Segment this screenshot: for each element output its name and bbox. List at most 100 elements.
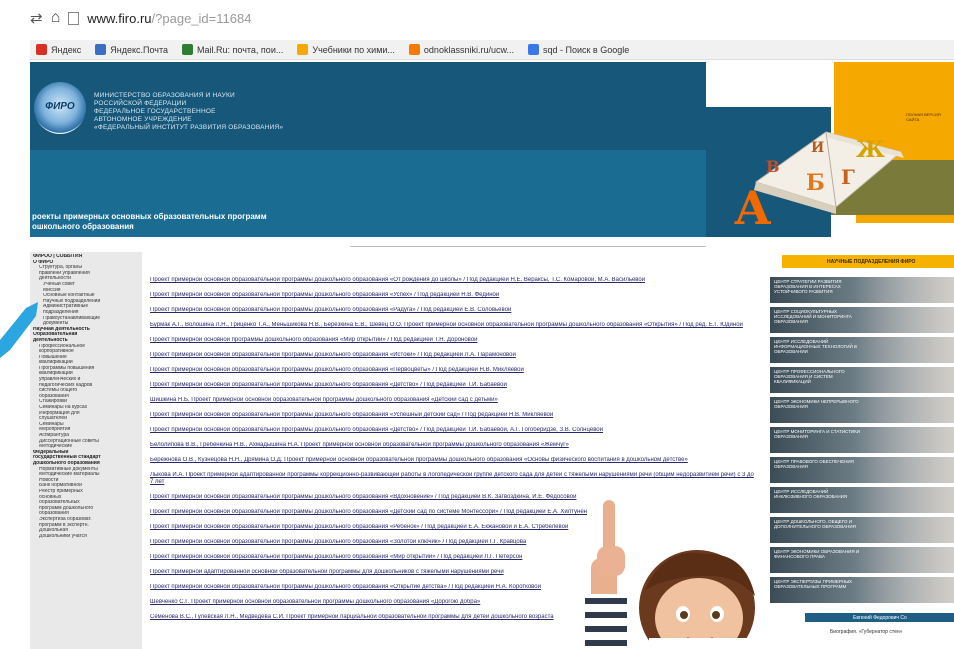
- program-link[interactable]: Бурмак А.Г., Волошина Л.Н., Гриценко Т.А…: [150, 322, 756, 329]
- research-center-photo: [854, 307, 954, 333]
- research-center-label: ЦЕНТР ЭКСПЕРТИЗЫ ПРИМЕРНЫХ ОБРАЗОВАТЕЛЬН…: [774, 579, 853, 589]
- link-spacer: [150, 419, 756, 427]
- research-center-label: ЦЕНТР ЭКОНОМИКИ ОБРАЗОВАНИЯ И ФИНАНСОВОГ…: [774, 549, 860, 559]
- address-bar: ⇄ ⌂ www.firo.ru/?page_id=11684: [0, 0, 954, 36]
- link-spacer: [150, 389, 756, 397]
- url-path: /?page_id=11684: [151, 10, 252, 26]
- bookmark-favicon-icon: [182, 44, 194, 55]
- program-link[interactable]: Шишкина Н.Б. Проект примерной основной о…: [150, 397, 756, 404]
- research-center-photo: [854, 277, 954, 303]
- research-center-photo: [854, 457, 954, 483]
- bookmark-item[interactable]: odnoklassniki.ru/ucw...: [408, 44, 514, 55]
- research-center-label: ЦЕНТР ИССЛЕДОВАНИЙ ИНФОРМАЦИОННЫХ ТЕХНОЛ…: [774, 339, 857, 354]
- url-domain: www.firo.ru: [87, 10, 152, 26]
- program-link[interactable]: Проект примерной основной программы дошк…: [150, 337, 756, 344]
- research-center-item[interactable]: ЦЕНТР ПРАВОВОГО ОБЕСПЕЧЕНИЯ ОБРАЗОВАНИЯ: [770, 457, 954, 483]
- ministry-title: МИНИСТЕРСТВО ОБРАЗОВАНИЯ И НАУКИ РОССИЙСК…: [94, 92, 394, 132]
- research-center-item[interactable]: ЦЕНТР ЭКОНОМИКИ ОБРАЗОВАНИЯ И ФИНАНСОВОГ…: [770, 547, 954, 573]
- research-center-label: ЦЕНТР ИССЛЕДОВАНИЙ ИНКЛЮЗИВНОГО ОБРАЗОВА…: [774, 489, 848, 499]
- pointing-boy-image: [585, 500, 755, 649]
- program-link[interactable]: Бережнова О.В., Кузнецова Н.Н., Дрямина …: [150, 457, 756, 464]
- bookmark-favicon-icon: [297, 44, 309, 55]
- research-center-photo: [854, 367, 954, 393]
- research-center-photo: [854, 517, 954, 543]
- book-letter-a: А: [734, 181, 772, 232]
- bookmark-favicon-icon: [95, 44, 107, 55]
- left-menu-item[interactable]: Дошкольники учатся: [33, 534, 139, 540]
- research-center-label: ЦЕНТР ПРАВОВОГО ОБЕСПЕЧЕНИЯ ОБРАЗОВАНИЯ: [774, 459, 854, 469]
- link-spacer: [150, 314, 756, 322]
- program-link[interactable]: Лыкова И.А. Проект примерной адаптирован…: [150, 472, 756, 486]
- book-letter-i: И: [811, 140, 824, 156]
- right-sidebar: НАУЧНЫЕ ПОДРАЗДЕЛЕНИЯ ФИРО ЦЕНТР СТРАТЕГ…: [770, 255, 954, 649]
- firo-logo[interactable]: ФИРО: [34, 82, 86, 134]
- research-center-item[interactable]: ЦЕНТР ДОШКОЛЬНОГО, ОБЩЕГО И ДОПОЛНИТЕЛЬН…: [770, 517, 954, 543]
- url-field[interactable]: www.firo.ru/?page_id=11684: [87, 11, 251, 26]
- bookmark-label: Яндекс: [51, 44, 82, 55]
- program-link[interactable]: Проект примерной основной образовательно…: [150, 427, 756, 434]
- link-spacer: [150, 449, 756, 457]
- book-letter-zh: Ж: [856, 137, 885, 163]
- home-icon[interactable]: ⌂: [51, 9, 61, 27]
- book-letter-b: Б: [806, 170, 825, 196]
- research-center-item[interactable]: ЦЕНТР ИССЛЕДОВАНИЙ ИНКЛЮЗИВНОГО ОБРАЗОВА…: [770, 487, 954, 513]
- ministry-line: АВТОНОМНОЕ УЧРЕЖДЕНИЕ: [94, 116, 192, 123]
- program-link[interactable]: Белолипова В.В., Гребенкина Н.В., Ахмады…: [150, 442, 756, 449]
- program-link[interactable]: Проект примерной основной образовательно…: [150, 292, 756, 299]
- research-center-label: ЦЕНТР СОЦИОКУЛЬТУРНЫХ ИССЛЕДОВАНИЙ И МОН…: [774, 309, 852, 324]
- full-version-link[interactable]: ПОЛНАЯ ВЕРСИЯ САЙТА: [906, 112, 954, 122]
- research-center-photo: [854, 547, 954, 573]
- bookmark-item[interactable]: Яндекс: [36, 44, 81, 55]
- sidebar-header: НАУЧНЫЕ ПОДРАЗДЕЛЕНИЯ ФИРО: [782, 255, 954, 268]
- book-letter-v: В: [766, 157, 780, 176]
- sidebar-person-bar[interactable]: Евгений Федорович Со: [805, 613, 954, 622]
- link-spacer: [150, 284, 756, 292]
- program-link[interactable]: Проект примерной основной образовательно…: [150, 277, 756, 284]
- research-center-label: ЦЕНТР ПРОФЕССИОНАЛЬНОГО ОБРАЗОВАНИЯ И СИ…: [774, 369, 845, 384]
- research-center-item[interactable]: ЦЕНТР МОНИТОРИНГА И СТАТИСТИКИ ОБРАЗОВАН…: [770, 427, 954, 453]
- program-link[interactable]: Проект примерной основной образовательно…: [150, 367, 756, 374]
- bookmark-item[interactable]: sqd - Поиск в Google: [527, 44, 630, 55]
- page-icon: [68, 11, 80, 25]
- research-center-photo: [854, 577, 954, 603]
- header-illustration: ПОЛНАЯ ВЕРСИЯ САЙТА А Б В Г Ж И: [706, 62, 954, 237]
- ministry-line: РОССИЙСКОЙ ФЕДЕРАЦИИ: [94, 100, 187, 107]
- link-spacer: [150, 486, 756, 494]
- bookmarks-bar: Яндекс Яндекс.Почта Mail.Ru: почта, пои...…: [30, 40, 954, 60]
- link-spacer: [150, 344, 756, 352]
- link-spacer: [150, 359, 756, 367]
- program-link[interactable]: Проект примерной основной образовательно…: [150, 382, 756, 389]
- research-center-item[interactable]: ЦЕНТР ПРОФЕССИОНАЛЬНОГО ОБРАЗОВАНИЯ И СИ…: [770, 367, 954, 393]
- ministry-line: «ФЕДЕРАЛЬНЫЙ ИНСТИТУТ РАЗВИТИЯ ОБРАЗОВАН…: [94, 124, 284, 131]
- link-spacer: [150, 374, 756, 382]
- bookmark-favicon-icon: [36, 44, 47, 55]
- bookmark-item[interactable]: Учебники по хими...: [297, 44, 395, 55]
- ministry-line: ФЕДЕРАЛЬНОЕ ГОСУДАРСТВЕННОЕ: [94, 108, 216, 115]
- program-link[interactable]: Проект примерной основной образовательно…: [150, 307, 756, 314]
- research-center-photo: [854, 487, 954, 513]
- link-spacer: [150, 329, 756, 337]
- bookmark-item[interactable]: Mail.Ru: почта, пои...: [182, 44, 283, 55]
- link-spacer: [150, 464, 756, 472]
- site-header: ФИРО МИНИСТЕРСТВО ОБРАЗОВАНИЯ И НАУКИ РОС…: [30, 62, 706, 237]
- page-title: роекты примерных основных образовательны…: [30, 212, 706, 232]
- research-center-item[interactable]: ЦЕНТР СТРАТЕГИИ РАЗВИТИЯ ОБРАЗОВАНИЯ В И…: [770, 277, 954, 303]
- research-center-item[interactable]: ЦЕНТР ИССЛЕДОВАНИЙ ИНФОРМАЦИОННЫХ ТЕХНОЛ…: [770, 337, 954, 363]
- program-link[interactable]: Проект примерной основной образовательно…: [150, 412, 756, 419]
- left-nav-menu: ФИРОО | СОБЫТИЯ О ФИРО Структура, органы пр…: [30, 252, 142, 649]
- research-center-label: ЦЕНТР СТРАТЕГИИ РАЗВИТИЯ ОБРАЗОВАНИЯ В И…: [774, 279, 842, 294]
- ministry-line: МИНИСТЕРСТВО ОБРАЗОВАНИЯ И НАУКИ: [94, 92, 235, 99]
- research-center-label: ЦЕНТР МОНИТОРИНГА И СТАТИСТИКИ ОБРАЗОВАН…: [774, 429, 860, 439]
- bookmark-label: sqd - Поиск в Google: [542, 44, 630, 55]
- program-link[interactable]: Проект примерной основной образовательно…: [150, 352, 756, 359]
- bookmark-item[interactable]: Яндекс.Почта: [95, 44, 168, 55]
- back-forward-icon[interactable]: ⇄: [30, 9, 43, 27]
- research-center-photo: [854, 397, 954, 423]
- bookmark-label: Яндекс.Почта: [110, 44, 169, 55]
- bookmark-label: Mail.Ru: почта, пои...: [197, 44, 284, 55]
- research-center-item[interactable]: ЦЕНТР ЭКСПЕРТИЗЫ ПРИМЕРНЫХ ОБРАЗОВАТЕЛЬН…: [770, 577, 954, 603]
- book-letter-g: Г: [841, 165, 855, 189]
- bookmark-favicon-icon: [527, 44, 539, 55]
- research-center-item[interactable]: ЦЕНТР ЭКОНОМИКИ НЕПРЕРЫВНОГО ОБРАЗОВАНИЯ: [770, 397, 954, 423]
- research-center-item[interactable]: ЦЕНТР СОЦИОКУЛЬТУРНЫХ ИССЛЕДОВАНИЙ И МОН…: [770, 307, 954, 333]
